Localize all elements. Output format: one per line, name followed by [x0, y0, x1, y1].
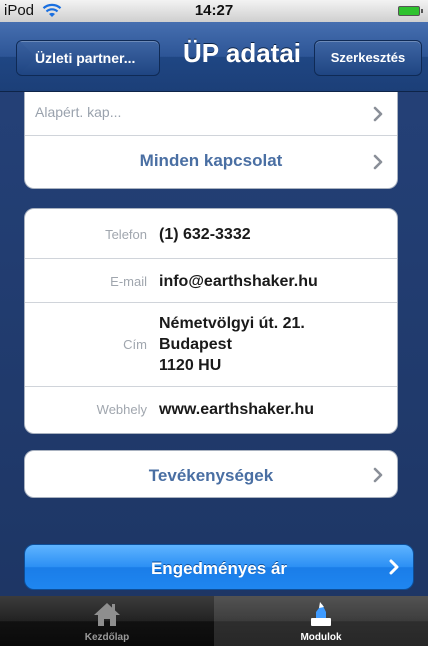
default-contact-row[interactable]: Alapért. kap...: [25, 92, 397, 136]
status-bar: iPod 14:27: [0, 0, 428, 22]
activities-row[interactable]: Tevékenységek: [25, 451, 397, 497]
chevron-right-icon: [373, 154, 383, 170]
activities-label: Tevékenységek: [148, 466, 274, 485]
contact-links-group: Alapért. kap... Minden kapcsolat: [24, 92, 398, 189]
address-city: Budapest: [159, 336, 232, 353]
contact-details-group: Telefon (1) 632-3332 E-mail info@earthsh…: [24, 208, 398, 434]
default-contact-label: Alapért. kap...: [35, 104, 122, 120]
activities-group: Tevékenységek: [24, 450, 398, 498]
screen: iPod 14:27 Üzleti partner... ÜP adatai S…: [0, 0, 428, 646]
navigation-bar: Üzleti partner... ÜP adatai Szerkesztés: [0, 22, 428, 92]
edit-button[interactable]: Szerkesztés: [314, 40, 422, 76]
chevron-right-icon: [373, 106, 383, 121]
phone-key: Telefon: [105, 227, 147, 242]
tab-home[interactable]: Kezdőlap: [0, 596, 214, 646]
address-key: Cím: [123, 337, 147, 352]
back-button-label: Üzleti partner...: [35, 50, 136, 66]
address-row[interactable]: Cím Németvölgyi út. 21. Budapest 1120 HU: [25, 303, 397, 387]
discount-price-label: Engedményes ár: [150, 559, 288, 578]
address-street: Németvölgyi út. 21.: [159, 315, 305, 332]
website-key: Webhely: [96, 402, 147, 417]
home-icon: [94, 603, 120, 626]
discount-price-button[interactable]: Engedményes ár: [24, 544, 414, 590]
tab-modules-label: Modulok: [300, 632, 342, 643]
all-contacts-row[interactable]: Minden kapcsolat: [25, 136, 397, 188]
phone-value: (1) 632-3332: [159, 226, 251, 243]
website-value: www.earthshaker.hu: [159, 401, 315, 418]
status-time: 14:27: [194, 2, 234, 19]
email-key: E-mail: [110, 274, 147, 289]
tab-modules[interactable]: Modulok: [214, 596, 428, 646]
tab-home-label: Kezdőlap: [84, 632, 130, 643]
email-value: info@earthshaker.hu: [159, 273, 318, 290]
tab-bar: Kezdőlap Modulok: [0, 596, 428, 646]
page-title: ÜP adatai: [182, 38, 301, 68]
chevron-right-icon: [389, 559, 399, 575]
battery-icon: [398, 6, 423, 16]
website-row[interactable]: Webhely www.earthshaker.hu: [25, 387, 397, 433]
email-row[interactable]: E-mail info@earthshaker.hu: [25, 259, 397, 303]
address-value: Németvölgyi út. 21. Budapest 1120 HU: [159, 313, 305, 376]
chevron-right-icon: [373, 467, 383, 483]
back-button[interactable]: Üzleti partner...: [16, 40, 160, 76]
phone-row[interactable]: Telefon (1) 632-3332: [25, 209, 397, 259]
modules-icon: [311, 602, 331, 626]
address-postcode: 1120 HU: [159, 357, 222, 374]
all-contacts-label: Minden kapcsolat: [139, 151, 283, 170]
